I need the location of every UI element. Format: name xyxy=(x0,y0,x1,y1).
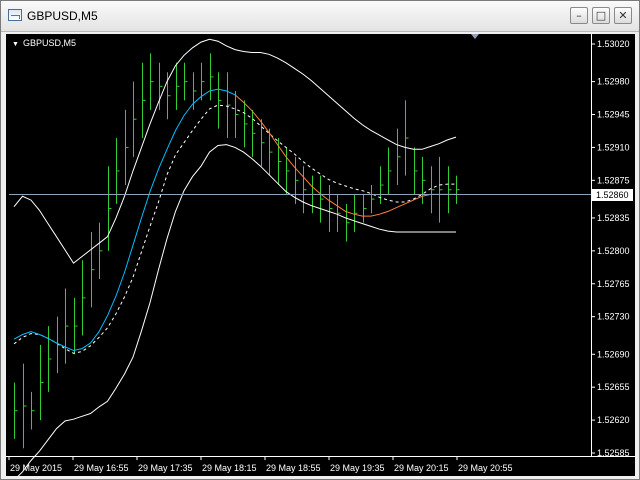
indicator-line-0 xyxy=(13,38,457,264)
minimize-button[interactable]: – xyxy=(570,7,588,24)
time-tick-label: 29 May 19:35 xyxy=(330,463,385,473)
time-tick-label: 29 May 16:55 xyxy=(74,463,129,473)
time-tick-label: 29 May 2015 xyxy=(10,463,62,473)
time-tick-label: 29 May 20:15 xyxy=(394,463,449,473)
chart-symbol-label: GBPUSD,M5 xyxy=(23,38,76,48)
maximize-button[interactable]: □ xyxy=(592,7,610,24)
indicator-line-3 xyxy=(13,88,236,352)
indicator-line-1 xyxy=(13,104,456,354)
label-marker: ▼ xyxy=(12,41,19,48)
close-button[interactable]: ✕ xyxy=(614,7,632,24)
price-tick-label: 1.52980 xyxy=(597,77,630,87)
price-tick-label: 1.52835 xyxy=(597,213,630,223)
time-tick-label: 29 May 18:15 xyxy=(202,463,257,473)
price-tick-label: 1.52875 xyxy=(597,175,630,185)
window-title: GBPUSD,M5 xyxy=(27,9,98,23)
price-tick-label: 1.53020 xyxy=(597,39,630,49)
price-tick-label: 1.52730 xyxy=(597,312,630,322)
time-tick-label: 29 May 18:55 xyxy=(266,463,321,473)
price-tick-label: 1.52945 xyxy=(597,110,630,120)
price-tick-label: 1.52690 xyxy=(597,349,630,359)
chart-window: GBPUSD,M5 – □ ✕ 1.53020 1.52980 1.52945 1.5… xyxy=(0,0,640,480)
current-price-label: 1.52860 xyxy=(596,190,629,200)
price-axis: 1.53020 1.52980 1.52945 1.52910 1.52875 1.528… xyxy=(591,39,630,458)
title-bar[interactable]: GBPUSD,M5 – □ ✕ xyxy=(1,1,639,32)
chart-shift-marker[interactable] xyxy=(471,34,479,39)
price-tick-label: 1.52765 xyxy=(597,279,630,289)
time-tick-label: 29 May 17:35 xyxy=(138,463,193,473)
price-tick-label: 1.52620 xyxy=(597,415,630,425)
time-axis: 29 May 2015 29 May 16:55 29 May 17:35 29 Ma… xyxy=(8,456,513,473)
price-chart[interactable]: 1.53020 1.52980 1.52945 1.52910 1.52875 1.528… xyxy=(6,34,635,476)
price-bars xyxy=(14,53,460,449)
price-tick-label: 1.52655 xyxy=(597,382,630,392)
price-tick-label: 1.52800 xyxy=(597,246,630,256)
time-tick-label: 29 May 20:55 xyxy=(458,463,513,473)
price-tick-label: 1.52910 xyxy=(597,142,630,152)
chart-window-icon[interactable] xyxy=(8,9,22,21)
price-tick-label: 1.52585 xyxy=(597,448,630,458)
chart-canvas[interactable]: 1.53020 1.52980 1.52945 1.52910 1.52875 1.528… xyxy=(6,34,635,476)
